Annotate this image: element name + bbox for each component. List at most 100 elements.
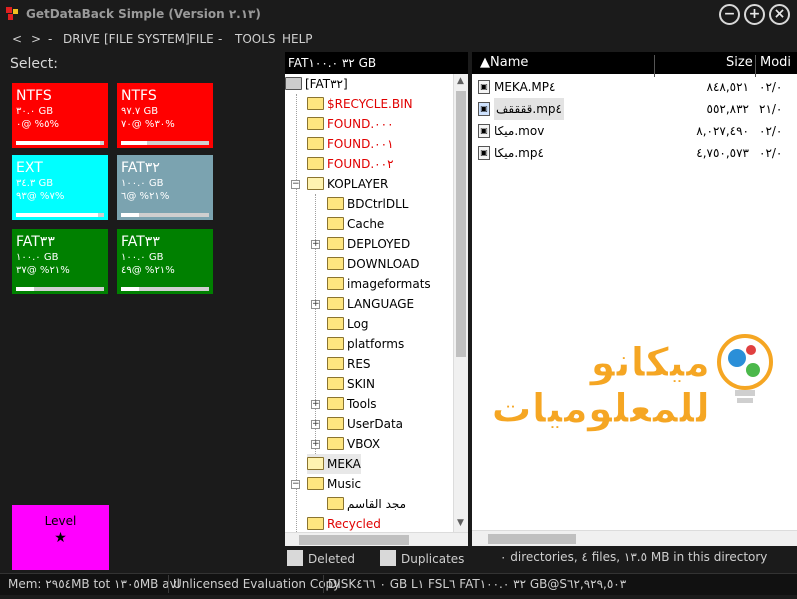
- file-row[interactable]: ▣ ميكا.mp٤ ٤,٧٥٠,٥٧٣ ٠٢/٠: [472, 142, 797, 164]
- tree-node[interactable]: Log: [327, 314, 368, 334]
- tree-node[interactable]: مجد القاسم: [327, 494, 406, 514]
- tree-node[interactable]: FOUND.٠٠١: [307, 134, 394, 154]
- tree-node-label: FOUND.٠٠١: [327, 137, 394, 151]
- minimize-button[interactable]: −: [719, 4, 740, 25]
- folder-icon: [327, 317, 344, 330]
- files-horizontal-scrollbar[interactable]: [472, 530, 797, 546]
- file-row[interactable]: ▣ ميكا.mov ٨,٠٢٧,٤٩٠ ٠٢/٠: [472, 120, 797, 142]
- tile-progress-bar: [121, 213, 209, 217]
- column-size[interactable]: Size: [726, 55, 753, 70]
- scroll-down-icon[interactable]: ▼: [457, 518, 464, 528]
- app-logo-icon: [6, 7, 18, 20]
- column-separator[interactable]: [755, 55, 756, 77]
- partition-tile[interactable]: NTFS ٩٧.٧ GB ٣٠% @٧٠%: [117, 83, 213, 148]
- menu-separator: -: [48, 32, 53, 46]
- tile-size: ٣٤.٣ GB: [16, 178, 54, 189]
- expand-icon[interactable]: +: [311, 240, 320, 249]
- collapse-icon[interactable]: −: [291, 480, 300, 489]
- forward-button[interactable]: >: [31, 32, 41, 46]
- tree-guide-line: [296, 94, 297, 532]
- tree-node[interactable]: $RECYCLE.BIN: [307, 94, 413, 114]
- menu-bar: < > - DRIVE [FILE SYSTEM] FILE - TOOLS H…: [0, 30, 797, 50]
- folder-icon: [327, 497, 344, 510]
- tile-filesystem: NTFS: [121, 88, 157, 104]
- folder-icon: [327, 217, 344, 230]
- tree-node[interactable]: DEPLOYED: [327, 234, 410, 254]
- tree-node[interactable]: SKIN: [327, 374, 375, 394]
- file-icon: ▣: [478, 102, 490, 116]
- tile-progress-bar: [121, 287, 209, 291]
- folder-icon: [327, 377, 344, 390]
- collapse-icon[interactable]: −: [291, 180, 300, 189]
- deleted-swatch: [287, 550, 303, 566]
- tree-node[interactable]: Tools: [327, 394, 377, 414]
- column-name[interactable]: ▲Name: [480, 55, 528, 70]
- file-row[interactable]: ▣ MEKA.MP٤ ٨٤٨,٥٢١ ٠٢/٠: [472, 76, 797, 98]
- tree-node[interactable]: Recycled: [307, 514, 381, 532]
- file-row[interactable]: ▣ ققققف.mp٤ ٥٥٢,٨٣٢ ٢١/٠: [472, 98, 797, 120]
- tree-node[interactable]: Music: [307, 474, 361, 494]
- partition-tile[interactable]: FAT٣٣ ١٠٠.٠ GB ٢١% @٣٧%: [12, 229, 108, 294]
- lightbulb-gears-icon: [717, 334, 773, 403]
- expand-icon[interactable]: +: [311, 440, 320, 449]
- tree-node[interactable]: VBOX: [327, 434, 380, 454]
- expand-icon[interactable]: +: [311, 420, 320, 429]
- memory-status: Mem: ٢٩٥٤MB tot ١٣٠٥MB avl: [8, 577, 181, 591]
- title-bar: GetDataBack Simple (Version ٢.١٣) − + ×: [0, 0, 797, 30]
- menu-file-system[interactable]: [FILE SYSTEM]: [104, 32, 190, 46]
- partition-tile[interactable]: FAT٣٣ ١٠٠.٠ GB ٢١% @٤٩%: [117, 229, 213, 294]
- tree-node-label: DOWNLOAD: [347, 257, 420, 271]
- tree-node[interactable]: RES: [327, 354, 371, 374]
- tree-node[interactable]: [FAT٣٢]: [285, 74, 348, 94]
- close-button[interactable]: ×: [769, 4, 790, 25]
- tree-node-label: مجد القاسم: [347, 497, 407, 511]
- tree-node[interactable]: FOUND.٠٠٢: [307, 154, 394, 174]
- expand-icon[interactable]: +: [311, 300, 320, 309]
- tree-node[interactable]: Cache: [327, 214, 384, 234]
- tree-scroll-thumb[interactable]: [456, 91, 466, 357]
- back-button[interactable]: <: [12, 32, 22, 46]
- menu-separator-2: -: [218, 32, 223, 46]
- scroll-up-icon[interactable]: ▲: [457, 76, 464, 86]
- tree-guide-line: [315, 194, 316, 454]
- partition-tile[interactable]: NTFS ٣٠.٠ GB ٥% @٠%: [12, 83, 108, 148]
- folder-icon: [327, 297, 344, 310]
- partition-tile[interactable]: FAT٣٢ ١٠٠.٠ GB ٢١% @٦%: [117, 155, 213, 220]
- menu-help[interactable]: HELP: [282, 32, 313, 46]
- tile-percent: ٢١% @٣٧%: [16, 265, 70, 276]
- tree-hscroll-thumb[interactable]: [299, 535, 409, 545]
- folder-icon: [327, 357, 344, 370]
- column-modified[interactable]: Modi: [760, 55, 791, 70]
- tree-node[interactable]: LANGUAGE: [327, 294, 414, 314]
- tree-vertical-scrollbar[interactable]: ▲ ▼: [453, 74, 468, 532]
- tree-node[interactable]: KOPLAYER: [307, 174, 388, 194]
- file-icon: ▣: [478, 124, 490, 138]
- maximize-button[interactable]: +: [744, 4, 765, 25]
- duplicates-legend: Duplicates: [380, 550, 464, 568]
- tree-node[interactable]: MEKA: [307, 454, 361, 474]
- tree-node-label: $RECYCLE.BIN: [327, 97, 413, 111]
- tree-node[interactable]: DOWNLOAD: [327, 254, 419, 274]
- folder-icon: [327, 337, 344, 350]
- tree-horizontal-scrollbar[interactable]: [285, 532, 468, 546]
- tile-progress-fill: [16, 213, 98, 217]
- menu-tools[interactable]: TOOLS: [235, 32, 276, 46]
- menu-file[interactable]: FILE: [189, 32, 214, 46]
- file-modified: ٠٢/٠: [759, 124, 783, 138]
- deleted-legend: Deleted: [287, 550, 355, 568]
- files-hscroll-thumb[interactable]: [488, 534, 576, 544]
- folder-icon: [307, 117, 324, 130]
- file-name: MEKA.MP٤: [494, 80, 556, 94]
- menu-drive[interactable]: DRIVE: [63, 32, 100, 46]
- partition-tile[interactable]: EXT ٣٤.٣ GB ٧% @٩٣%: [12, 155, 108, 220]
- tree-node[interactable]: imageformats: [327, 274, 431, 294]
- column-separator[interactable]: [654, 55, 655, 77]
- deleted-label: Deleted: [308, 552, 356, 566]
- tree-node[interactable]: FOUND.٠٠٠: [307, 114, 394, 134]
- tree-node-label: Tools: [347, 397, 377, 411]
- tree-node-label: LANGUAGE: [347, 297, 415, 311]
- tree-node-label: VBOX: [347, 437, 381, 451]
- expand-icon[interactable]: +: [311, 400, 320, 409]
- tree-node[interactable]: BDCtrlDLL: [327, 194, 408, 214]
- file-size: ٨٤٨,٥٢١: [706, 80, 750, 94]
